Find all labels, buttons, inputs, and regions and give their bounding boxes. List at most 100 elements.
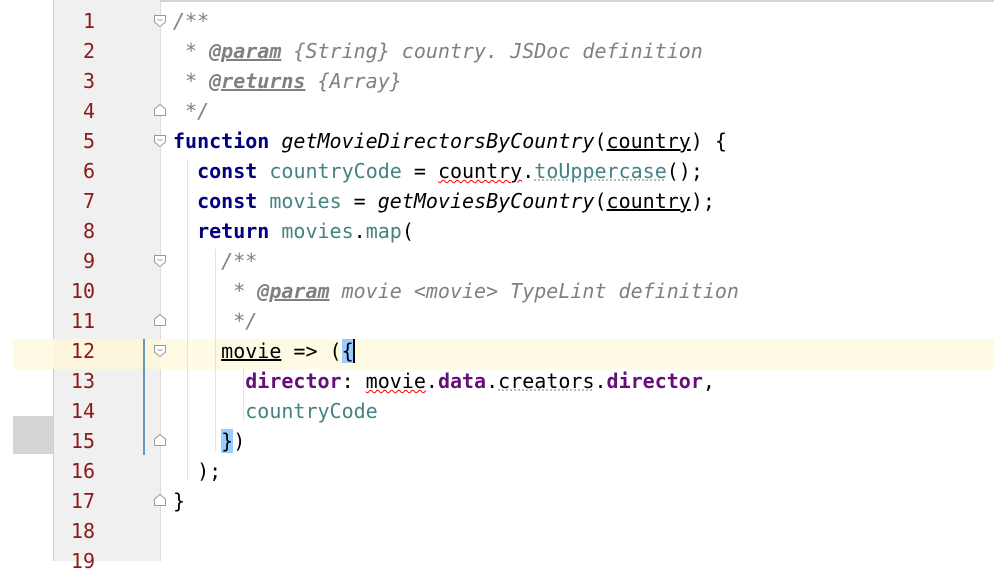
line-number[interactable]: 5 xyxy=(54,126,95,156)
code-text: = xyxy=(401,159,438,183)
code-line-8[interactable]: return movies.map( xyxy=(173,216,414,246)
code-line-15[interactable]: }) xyxy=(173,426,245,456)
variable: countryCode xyxy=(245,399,378,423)
text-cursor xyxy=(352,339,355,363)
fold-close-icon[interactable] xyxy=(153,103,167,117)
fold-open-icon[interactable] xyxy=(153,134,167,148)
line-number[interactable]: 7 xyxy=(54,186,95,216)
line-number[interactable]: 9 xyxy=(54,246,95,276)
jsdoc-tag: @param xyxy=(209,39,282,63)
jsdoc-tag: @returns xyxy=(209,69,306,93)
code-text: = xyxy=(341,189,378,213)
jsdoc-tag: @param xyxy=(257,279,330,303)
editor-left-margin xyxy=(0,0,53,561)
line-number[interactable]: 14 xyxy=(54,396,95,426)
code-line-4[interactable]: */ xyxy=(173,96,209,126)
comment: * xyxy=(173,279,258,303)
line-number[interactable]: 1 xyxy=(54,6,95,36)
variable: movies xyxy=(281,219,354,243)
line-number[interactable]: 19 xyxy=(54,546,95,576)
line-number[interactable]: 15 xyxy=(54,426,95,456)
property: director xyxy=(606,369,703,393)
parameter: country xyxy=(437,159,523,183)
code-text: , xyxy=(702,369,715,393)
code-line-10[interactable]: * @param movie <movie> TypeLint definiti… xyxy=(173,276,739,306)
code-text: . xyxy=(425,369,438,393)
comment: movie <movie> TypeLint definition xyxy=(329,279,739,303)
method-name: toUppercase xyxy=(534,159,667,183)
variable: movies xyxy=(269,189,342,213)
line-number[interactable]: 2 xyxy=(54,36,95,66)
comment: */ xyxy=(173,99,210,123)
code-line-6[interactable]: const countryCode = country.toUppercase(… xyxy=(173,156,703,186)
keyword: function xyxy=(173,129,270,153)
code-text: ( xyxy=(594,129,607,153)
property: creators xyxy=(498,369,595,393)
code-line-3[interactable]: * @returns {Array} xyxy=(173,66,402,96)
code-text: . xyxy=(353,219,366,243)
parameter: country xyxy=(606,129,691,153)
line-number[interactable]: 3 xyxy=(54,66,95,96)
function-call: getMoviesByCountry xyxy=(377,189,595,213)
vcs-change-marker[interactable] xyxy=(143,339,145,455)
line-number[interactable]: 16 xyxy=(54,456,95,486)
code-text: ( xyxy=(401,219,414,243)
code-line-7[interactable]: const movies = getMoviesByCountry(countr… xyxy=(173,186,715,216)
code-text: => ( xyxy=(281,339,342,363)
comment: {Array} xyxy=(305,69,402,93)
fold-open-icon[interactable] xyxy=(153,254,167,268)
gutter-border xyxy=(160,0,161,561)
code-line-16[interactable]: ); xyxy=(173,456,221,486)
line-number[interactable]: 10 xyxy=(54,276,95,306)
parameter: movie xyxy=(365,369,426,393)
code-line-5[interactable]: function getMovieDirectorsByCountry(coun… xyxy=(173,126,727,156)
keyword: return xyxy=(197,219,270,243)
scroll-marker[interactable] xyxy=(13,416,53,454)
editor-top-border xyxy=(160,0,994,2)
line-number[interactable]: 11 xyxy=(54,306,95,336)
fold-close-icon[interactable] xyxy=(153,313,167,327)
keyword: const xyxy=(197,189,258,213)
code-line-11[interactable]: */ xyxy=(173,306,257,336)
keyword: const xyxy=(197,159,258,183)
comment: /** xyxy=(173,9,210,33)
line-number[interactable]: 17 xyxy=(54,486,95,516)
line-number[interactable]: 13 xyxy=(54,366,95,396)
function-name: getMovieDirectorsByCountry xyxy=(281,129,595,153)
fold-close-icon[interactable] xyxy=(153,493,167,507)
code-text: ); xyxy=(690,189,715,213)
code-text: . xyxy=(594,369,607,393)
code-line-9[interactable]: /** xyxy=(173,246,257,276)
code-text: ) { xyxy=(690,129,727,153)
line-number[interactable]: 6 xyxy=(54,156,95,186)
code-line-1[interactable]: /** xyxy=(173,6,209,36)
code-line-12[interactable]: movie => ({ xyxy=(173,336,355,366)
fold-open-icon[interactable] xyxy=(153,14,167,28)
line-number[interactable]: 12 xyxy=(54,336,95,366)
code-line-13[interactable]: director: movie.data.creators.director, xyxy=(173,366,715,396)
property: data xyxy=(437,369,487,393)
line-number[interactable]: 8 xyxy=(54,216,95,246)
code-line-14[interactable]: countryCode xyxy=(173,396,378,426)
comment: /** xyxy=(173,249,258,273)
fold-close-icon[interactable] xyxy=(153,433,167,447)
line-number[interactable]: 18 xyxy=(54,516,95,546)
parameter: country xyxy=(606,189,691,213)
comment: {String} country. JSDoc definition xyxy=(281,39,703,63)
code-line-17[interactable]: } xyxy=(173,486,185,516)
property: director xyxy=(245,369,342,393)
code-editor[interactable]: 1 2 3 4 5 6 7 8 9 10 11 12 13 14 15 16 1… xyxy=(0,0,994,573)
line-number[interactable]: 4 xyxy=(54,96,95,126)
code-line-2[interactable]: * @param {String} country. JSDoc definit… xyxy=(173,36,703,66)
fold-open-icon[interactable] xyxy=(153,344,167,358)
code-text: ) xyxy=(233,429,246,453)
code-text: ( xyxy=(594,189,607,213)
code-text: (); xyxy=(666,159,703,183)
